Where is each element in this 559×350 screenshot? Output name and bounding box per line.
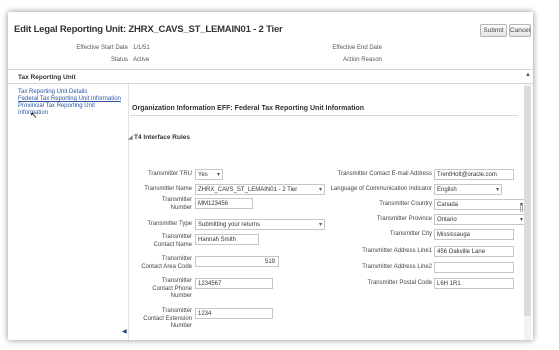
postal-code-label: Transmitter Postal Code	[367, 280, 432, 286]
contact-name-label-line2: Contact Name	[153, 241, 192, 248]
address-line2-input[interactable]	[434, 262, 514, 273]
language-indicator-select[interactable]: English ▾	[434, 184, 502, 195]
contact-extension-label-line1: Transmitter	[161, 308, 192, 314]
contact-email-input[interactable]: TrentHolt@oracle.com	[434, 169, 514, 180]
contact-phone-label-line3: Number	[170, 293, 192, 299]
transmitter-city-label: Transmitter City	[389, 231, 432, 237]
address-line1-value: 456 Oakville Lane	[437, 248, 486, 255]
section-divider	[130, 115, 518, 116]
nav-item-federal-tax-reporting-unit-information[interactable]: Federal Tax Reporting Unit Information	[18, 96, 136, 103]
area-code-value: 519	[264, 258, 275, 265]
effective-start-value: 1/1/51	[133, 45, 150, 51]
transmitter-type-value: Submitting your returns	[198, 221, 261, 228]
transmitter-tru-label: Transmitter TRU	[147, 171, 192, 177]
contact-phone-value: 1234567	[198, 280, 222, 287]
tab-tax-reporting-unit[interactable]: Tax Reporting Unit	[18, 74, 76, 81]
status-label: Status	[110, 57, 128, 63]
postal-code-input[interactable]: L6H 1R1	[434, 278, 514, 289]
chevron-down-icon: ▾	[216, 172, 220, 178]
nav-item-tax-reporting-unit-details[interactable]: Tax Reporting Unit Details	[18, 89, 136, 96]
transmitter-type-label: Transmitter Type	[147, 221, 192, 227]
effective-start-label: Effective Start Date	[76, 45, 128, 51]
transmitter-type-select[interactable]: Submitting your returns ▾	[195, 219, 325, 230]
subsection-title[interactable]: T4 Interface Rules	[134, 134, 190, 141]
contact-extension-value: 1234	[198, 310, 212, 317]
chevron-down-icon: ▾	[495, 187, 499, 193]
transmitter-city-input[interactable]: Mississauga	[434, 229, 514, 240]
transmitter-name-label: Transmitter Name	[144, 186, 192, 192]
address-line1-label: Transmitter Address Line1	[362, 248, 432, 254]
contact-email-label: Transmitter Contact E-mail Address	[337, 171, 432, 177]
area-code-label-line1: Transmitter	[161, 256, 192, 262]
cancel-button-label: Cancel	[509, 27, 531, 34]
transmitter-country-label: Transmitter Country	[379, 201, 432, 207]
submit-button-label: Submit	[483, 27, 504, 34]
transmitter-name-value: ZHRX_CAVS_ST_LEMAIN01 - 2 Tier	[198, 186, 298, 193]
contact-email-value: TrentHolt@oracle.com	[437, 171, 497, 178]
vertical-scrollbar[interactable]	[524, 84, 531, 340]
status-value: Active	[133, 57, 150, 63]
scrollbar-thumb[interactable]	[524, 86, 531, 316]
submit-button[interactable]: Submit	[480, 24, 507, 37]
cancel-button[interactable]: Cancel	[509, 24, 531, 37]
transmitter-name-select[interactable]: ZHRX_CAVS_ST_LEMAIN01 - 2 Tier ▾	[195, 184, 325, 195]
contact-extension-label-line2: Contact Extension	[143, 315, 192, 322]
splitter-handle-icon[interactable]	[520, 204, 523, 212]
area-code-label-line2: Contact Area Code	[141, 263, 192, 270]
transmitter-province-value: Ontario	[437, 216, 457, 223]
contact-extension-label: Transmitter Contact Extension Number	[106, 308, 192, 331]
postal-code-value: L6H 1R1	[437, 280, 461, 287]
collapse-pane-icon[interactable]: ◀	[122, 328, 127, 335]
effective-end-label: Effective End Date	[332, 45, 382, 51]
mouse-cursor-icon: ↖	[30, 110, 38, 120]
transmitter-number-label-line1: Transmitter	[161, 197, 192, 203]
page-title: Edit Legal Reporting Unit: ZHRX_CAVS_ST_…	[14, 24, 283, 35]
language-indicator-value: English	[437, 186, 457, 193]
section-title: Organization Information EFF: Federal Ta…	[132, 105, 365, 112]
transmitter-province-select[interactable]: Ontario ▾	[434, 214, 526, 225]
transmitter-tru-select[interactable]: Yes ▾	[195, 169, 223, 180]
page-header: Edit Legal Reporting Unit: ZHRX_CAVS_ST_…	[8, 12, 533, 72]
area-code-label: Transmitter Contact Area Code	[106, 256, 192, 271]
transmitter-number-value: MM123456	[198, 200, 229, 207]
chevron-down-icon: ▾	[519, 217, 523, 223]
edit-legal-reporting-unit-window: Edit Legal Reporting Unit: ZHRX_CAVS_ST_…	[8, 12, 533, 340]
transmitter-number-input[interactable]: MM123456	[195, 198, 253, 209]
scroll-up-icon[interactable]: ▲	[525, 72, 531, 78]
action-reason-label: Action Reason	[342, 57, 382, 63]
contact-extension-label-line3: Number	[170, 323, 192, 329]
contact-name-value: Hannah Smith	[198, 236, 237, 243]
contact-name-input[interactable]: Hannah Smith	[195, 234, 259, 245]
address-line1-input[interactable]: 456 Oakville Lane	[434, 246, 514, 257]
collapse-triangle-icon[interactable]: ◢	[128, 134, 133, 141]
transmitter-number-label: Transmitter Number	[116, 197, 192, 212]
contact-phone-label-line2: Contact Phone	[152, 285, 192, 292]
transmitter-country-value: Canada	[437, 201, 459, 208]
contact-extension-input[interactable]: 1234	[195, 308, 273, 319]
divider	[128, 84, 129, 340]
area-code-input[interactable]: 519	[195, 256, 279, 267]
language-indicator-label: Language of Communication Indicator	[330, 186, 432, 192]
transmitter-tru-value: Yes	[198, 171, 208, 178]
transmitter-province-label: Transmitter Province	[376, 216, 432, 222]
contact-phone-input[interactable]: 1234567	[195, 278, 273, 289]
contact-phone-label: Transmitter Contact Phone Number	[116, 278, 192, 301]
nav-item-provincial-tax-reporting-unit[interactable]: Provincial Tax Reporting Unit	[18, 103, 136, 110]
transmitter-number-label-line2: Number	[170, 204, 192, 211]
address-line2-label: Transmitter Address Line2	[362, 264, 432, 270]
contact-name-label-line1: Transmitter	[161, 234, 192, 240]
tab-strip: Tax Reporting Unit	[8, 69, 533, 84]
transmitter-city-value: Mississauga	[437, 231, 471, 238]
contact-name-label: Transmitter Contact Name	[116, 234, 192, 249]
transmitter-country-select[interactable]: Canada ▾	[434, 199, 526, 210]
contact-phone-label-line1: Transmitter	[161, 278, 192, 284]
